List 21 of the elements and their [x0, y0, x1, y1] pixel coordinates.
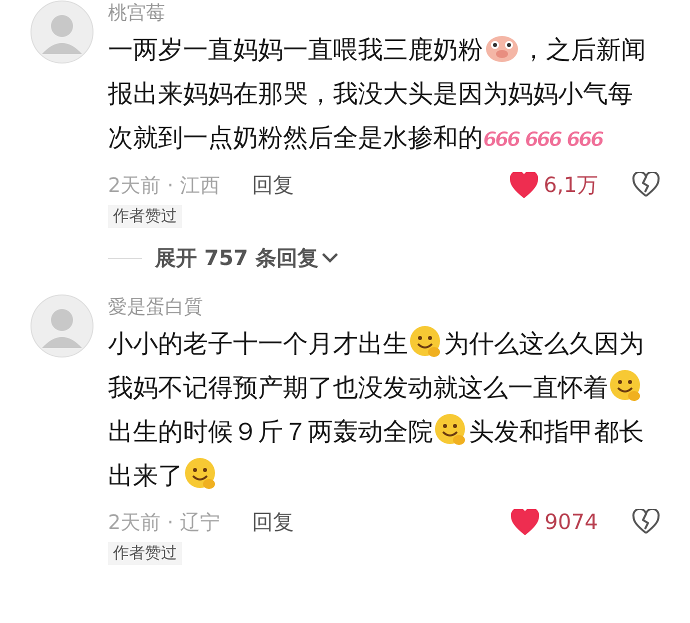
- heart-icon[interactable]: [510, 509, 539, 535]
- comment-meta: 2天前 · 江西: [108, 172, 220, 198]
- comment-text: 一两岁一直妈妈一直喂我三鹿奶粉 ，之后新闻报出来妈妈在那哭，我没大头是因为妈妈小气每次就到一点奶粉然后全是水掺和的666 666 666: [108, 32, 647, 154]
- broken-heart-icon[interactable]: [632, 172, 660, 198]
- reply-button[interactable]: 回复: [252, 171, 294, 199]
- smile-emoji-icon: [184, 457, 218, 491]
- smile-emoji-icon: [434, 413, 468, 447]
- smile-emoji-icon: [409, 325, 443, 359]
- comment-meta: 2天前 · 辽宁: [108, 508, 220, 536]
- like-count: 6,1万: [544, 172, 598, 199]
- author-liked-tag: 作者赞过: [108, 205, 182, 228]
- expand-replies-button[interactable]: 展开 757 条回复: [155, 244, 340, 272]
- pig-emoji-icon: [485, 33, 519, 63]
- author-liked-tag: 作者赞过: [108, 542, 182, 565]
- reply-button[interactable]: 回复: [252, 508, 294, 536]
- chevron-down-icon: [320, 251, 340, 265]
- smile-emoji-icon: [609, 369, 643, 403]
- broken-heart-icon[interactable]: [632, 509, 660, 535]
- comment-text: 小小的老子十一个月才出生 为什么这么久因为我妈不记得预产期了也没发动就这么一直怀着 出生的时候９斤７两轰动全院 头发和指甲都长出来了: [108, 322, 648, 498]
- heart-icon[interactable]: [510, 172, 538, 198]
- like-count: 9074: [544, 510, 598, 534]
